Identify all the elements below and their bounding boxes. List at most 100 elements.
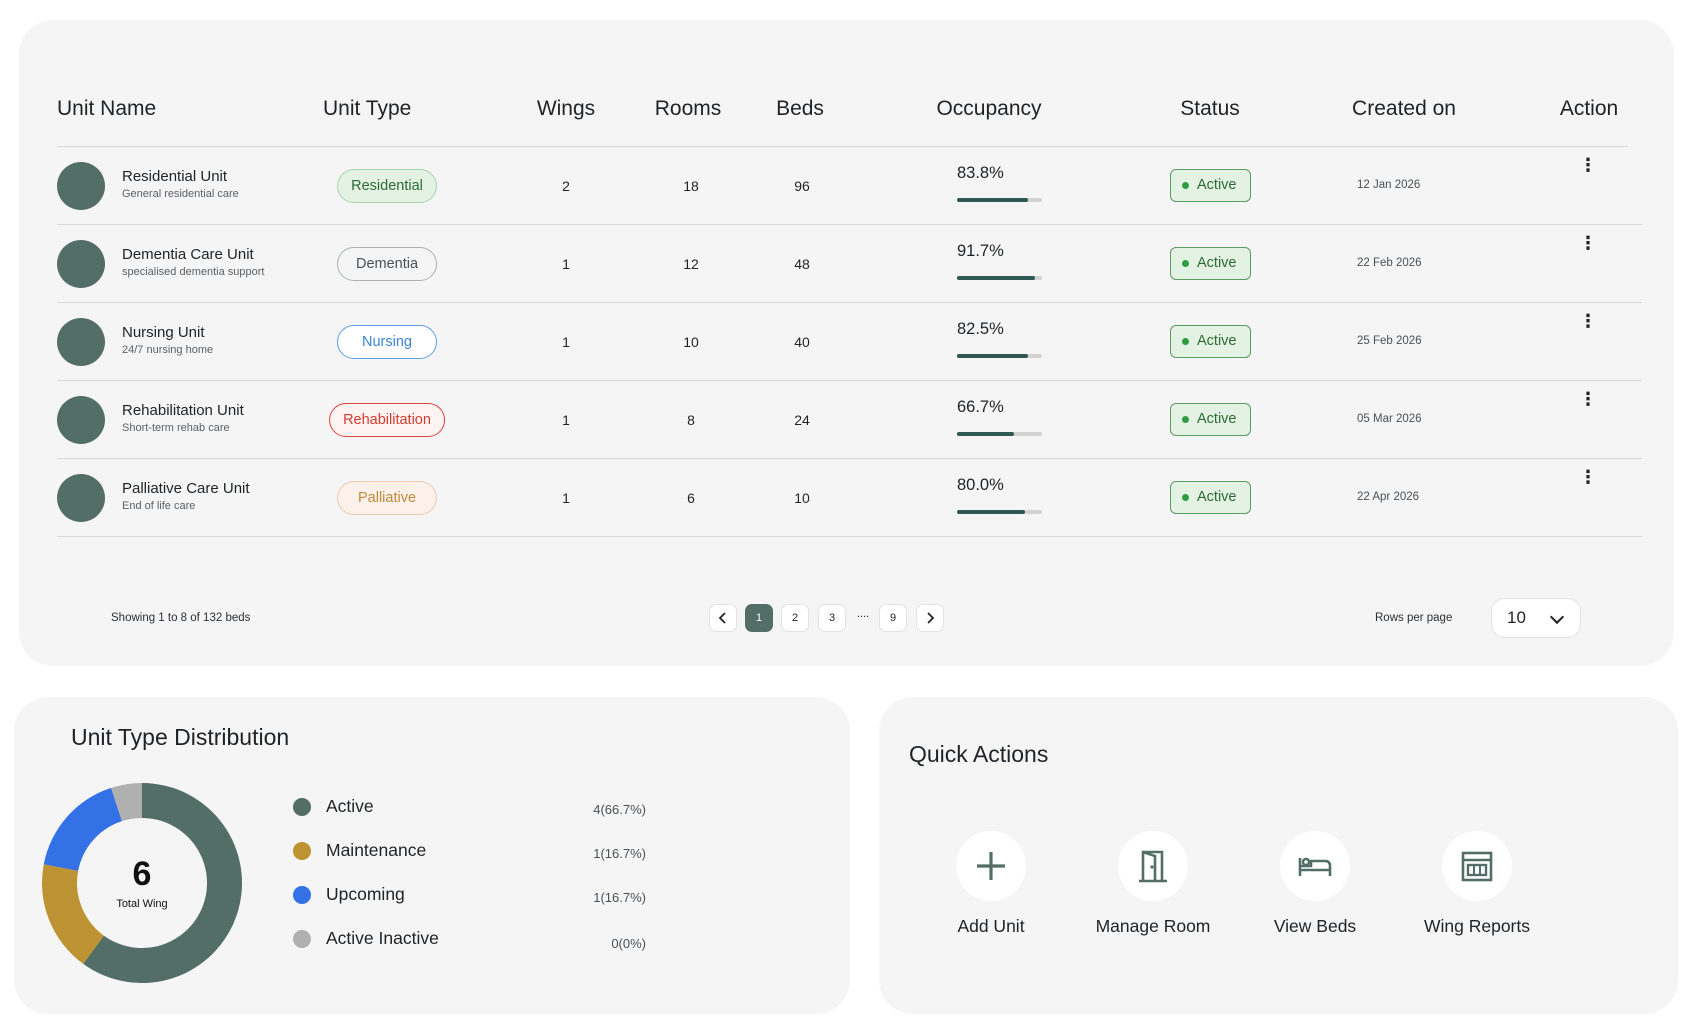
unit-name[interactable]: Nursing Unit <box>122 324 205 341</box>
pagination-page-9[interactable]: 9 <box>879 604 907 632</box>
created-date: 22 Apr 2026 <box>1357 491 1420 503</box>
pagination-page-3[interactable]: 3 <box>818 604 846 632</box>
header-rooms[interactable]: Rooms <box>655 97 722 121</box>
beds-count: 24 <box>794 412 810 428</box>
wing-reports-icon-circle <box>1442 831 1512 901</box>
legend-label: Active Inactive <box>326 928 439 948</box>
chevron-left-icon <box>718 612 726 624</box>
occupancy-bar <box>957 354 1042 358</box>
chevron-right-icon <box>927 612 935 624</box>
header-beds[interactable]: Beds <box>776 97 824 121</box>
wings-count: 1 <box>562 334 570 350</box>
legend-dot-icon <box>293 886 311 904</box>
status-dot-icon <box>1182 260 1189 267</box>
legend-value: 1(16.7%) <box>593 846 646 861</box>
unit-type-badge: Palliative <box>337 481 437 515</box>
legend-dot-icon <box>293 798 311 816</box>
beds-count: 48 <box>794 256 810 272</box>
created-date: 05 Mar 2026 <box>1357 413 1422 425</box>
header-occupancy[interactable]: Occupancy <box>936 97 1041 121</box>
donut-total: 6 <box>132 855 152 893</box>
pagination-page-2[interactable]: 2 <box>781 604 809 632</box>
occupancy-bar <box>957 276 1042 280</box>
status-label: Active <box>1197 255 1237 271</box>
unit-description: 24/7 nursing home <box>122 344 214 356</box>
status-label: Active <box>1197 489 1237 505</box>
occupancy-bar <box>957 432 1042 436</box>
legend-dot-icon <box>293 930 311 948</box>
manage-room-button[interactable]: Manage Room <box>1078 831 1228 941</box>
occupancy-bar-fill <box>957 198 1029 202</box>
occupancy-bar-fill <box>957 276 1036 280</box>
status-dot-icon <box>1182 182 1189 189</box>
table-row[interactable]: Rehabilitation Unit Short-term rehab care… <box>19 380 1674 458</box>
beds-count: 10 <box>794 490 810 506</box>
rows-per-page-label: Rows per page <box>1375 612 1453 624</box>
more-options-icon[interactable]: ⋮ <box>1579 390 1597 416</box>
header-created-on[interactable]: Created on <box>1352 97 1456 121</box>
beds-count: 40 <box>794 334 810 350</box>
table-row[interactable]: Residential Unit General residential care… <box>19 146 1674 224</box>
unit-name[interactable]: Palliative Care Unit <box>122 480 250 497</box>
unit-description: End of life care <box>122 500 196 512</box>
distribution-title: Unit Type Distribution <box>71 724 290 750</box>
table-row[interactable]: Palliative Care Unit End of life care Pall… <box>19 458 1674 536</box>
status-label: Active <box>1197 333 1237 349</box>
status-badge: Active <box>1170 481 1251 514</box>
rooms-count: 6 <box>687 490 695 506</box>
avatar <box>57 162 105 210</box>
wing-reports-button[interactable]: Wing Reports <box>1402 831 1552 941</box>
header-status[interactable]: Status <box>1180 97 1240 121</box>
pagination-ellipsis: .... <box>857 608 870 620</box>
more-options-icon[interactable]: ⋮ <box>1579 468 1597 494</box>
quick-actions-title: Quick Actions <box>909 741 1049 767</box>
unit-name[interactable]: Dementia Care Unit <box>122 246 254 263</box>
occupancy-bar <box>957 198 1042 202</box>
table-row[interactable]: Dementia Care Unit specialised dementia s… <box>19 224 1674 302</box>
unit-description: specialised dementia support <box>122 266 265 278</box>
more-options-icon[interactable]: ⋮ <box>1579 234 1597 260</box>
more-options-icon[interactable]: ⋮ <box>1579 156 1597 182</box>
plus-icon <box>977 852 1005 880</box>
rows-per-page-select[interactable]: 10 <box>1491 598 1581 638</box>
beds-count: 96 <box>794 178 810 194</box>
wings-count: 2 <box>562 178 570 194</box>
header-wings[interactable]: Wings <box>537 97 595 121</box>
quick-actions-card: Quick Actions Add Unit Manage Room View … <box>879 697 1678 1014</box>
occupancy-value: 91.7% <box>957 242 1004 260</box>
unit-type-distribution-card: Unit Type Distribution 6 Total Wing Acti… <box>14 697 850 1014</box>
legend-value: 1(16.7%) <box>593 890 646 905</box>
legend-label: Maintenance <box>326 840 427 860</box>
row-divider <box>57 536 1642 537</box>
avatar <box>57 240 105 288</box>
rooms-count: 8 <box>687 412 695 428</box>
pagination-page-1[interactable]: 1 <box>745 604 773 632</box>
header-unit-name[interactable]: Unit Name <box>57 97 156 121</box>
occupancy-bar-fill <box>957 510 1025 514</box>
unit-type-badge: Nursing <box>337 325 437 359</box>
unit-name[interactable]: Rehabilitation Unit <box>122 402 244 419</box>
created-date: 12 Jan 2026 <box>1357 179 1421 191</box>
status-label: Active <box>1197 411 1237 427</box>
pagination-prev-button[interactable] <box>709 604 737 632</box>
occupancy-value: 80.0% <box>957 476 1004 494</box>
table-row[interactable]: Nursing Unit 24/7 nursing home Nursing 1 10 4… <box>19 302 1674 380</box>
header-unit-type[interactable]: Unit Type <box>323 97 411 121</box>
status-badge: Active <box>1170 247 1251 280</box>
manage-room-icon-circle <box>1118 831 1188 901</box>
pagination-summary: Showing 1 to 8 of 132 beds <box>111 612 251 624</box>
unit-name[interactable]: Residential Unit <box>122 168 227 185</box>
unit-description: General residential care <box>122 188 239 200</box>
more-options-icon[interactable]: ⋮ <box>1579 312 1597 338</box>
created-date: 22 Feb 2026 <box>1357 257 1422 269</box>
legend-label: Upcoming <box>326 884 405 904</box>
wing-reports-label: Wing Reports <box>1423 916 1530 936</box>
unit-type-badge: Residential <box>337 169 437 203</box>
view-beds-button[interactable]: View Beds <box>1240 831 1390 941</box>
avatar <box>57 474 105 522</box>
legend-value: 0(0%) <box>611 936 646 951</box>
view-beds-icon-circle <box>1280 831 1350 901</box>
pagination-next-button[interactable] <box>916 604 944 632</box>
add-unit-button[interactable]: Add Unit <box>916 831 1066 941</box>
occupancy-value: 82.5% <box>957 320 1004 338</box>
